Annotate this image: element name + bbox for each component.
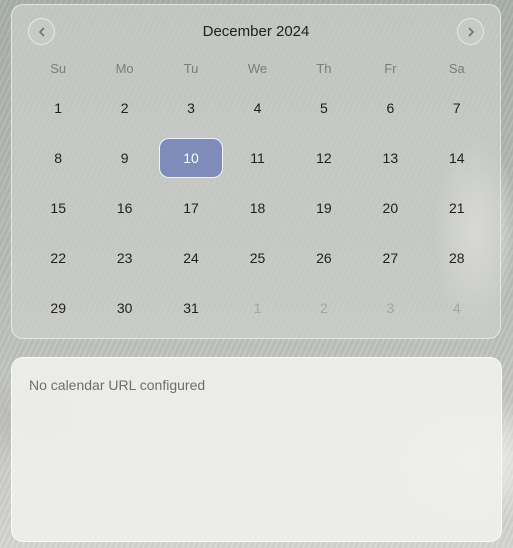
- day-cell[interactable]: 21: [424, 183, 490, 233]
- day-number: 12: [316, 150, 332, 166]
- day-cell[interactable]: 19: [291, 183, 357, 233]
- day-cell[interactable]: 6: [357, 83, 423, 133]
- day-number: 5: [320, 100, 328, 116]
- day-number: 24: [183, 250, 199, 266]
- day-cell[interactable]: 8: [25, 133, 91, 183]
- day-number: 2: [120, 100, 129, 116]
- weekday-header-row: Su Mo Tu We Th Fr Sa: [25, 61, 490, 76]
- day-cell[interactable]: 14: [424, 133, 490, 183]
- day-cell[interactable]: 12: [291, 133, 357, 183]
- day-number: 14: [448, 150, 465, 166]
- day-number: 4: [253, 100, 262, 116]
- weekday-label: Fr: [384, 61, 397, 76]
- day-number: 3: [187, 100, 195, 116]
- day-number: 17: [183, 200, 199, 216]
- day-number: 4: [452, 300, 461, 316]
- day-cell-next-month[interactable]: 4: [424, 283, 490, 333]
- chevron-right-icon: [468, 27, 474, 36]
- day-cell[interactable]: 28: [424, 233, 490, 283]
- day-number: 29: [50, 300, 66, 316]
- day-cell[interactable]: 15: [25, 183, 91, 233]
- day-number: 13: [382, 150, 399, 166]
- day-number: 15: [50, 200, 66, 216]
- day-cell[interactable]: 22: [25, 233, 91, 283]
- day-number: 11: [250, 150, 265, 166]
- day-number: 7: [452, 100, 461, 116]
- weekday-label: Mo: [115, 61, 134, 76]
- day-cell[interactable]: 11: [224, 133, 290, 183]
- calendar-header: December 2024: [12, 5, 500, 57]
- day-number: 22: [50, 250, 66, 266]
- day-cell[interactable]: 4: [224, 83, 290, 133]
- day-cell[interactable]: 24: [158, 233, 224, 283]
- calendar-panel: December 2024 Su Mo Tu We Th Fr Sa 1 2 3 4 5 6 7 8 9 10…: [11, 4, 501, 339]
- day-number: 1: [253, 300, 262, 316]
- day-cell[interactable]: 18: [224, 183, 290, 233]
- day-cell[interactable]: 16: [91, 183, 157, 233]
- day-number: 25: [249, 250, 266, 266]
- day-cell[interactable]: 3: [158, 83, 224, 133]
- day-cell[interactable]: 17: [158, 183, 224, 233]
- day-number: 6: [386, 100, 395, 116]
- day-number: 8: [54, 150, 63, 166]
- day-cell[interactable]: 20: [357, 183, 423, 233]
- day-cell-selected[interactable]: 10: [158, 133, 224, 183]
- weekday-label: We: [247, 61, 268, 76]
- day-cell[interactable]: 1: [25, 83, 91, 133]
- day-number: 30: [116, 300, 133, 316]
- day-number: 27: [382, 250, 399, 266]
- day-number: 1: [54, 100, 63, 116]
- day-cell-next-month[interactable]: 1: [224, 283, 290, 333]
- day-number: 28: [448, 250, 465, 266]
- day-number: 16: [116, 200, 133, 216]
- weekday-label: Su: [50, 61, 67, 76]
- day-number: 26: [316, 250, 332, 266]
- day-number: 2: [320, 300, 328, 316]
- day-cell[interactable]: 25: [224, 233, 290, 283]
- day-cell[interactable]: 31: [158, 283, 224, 333]
- day-number: 19: [316, 200, 332, 216]
- day-number: 23: [116, 250, 133, 266]
- empty-events-message: No calendar URL configured: [29, 377, 206, 393]
- weekday-label: Tu: [183, 61, 199, 76]
- day-grid: 1 2 3 4 5 6 7 8 9 10 11 12 13 14 15 16 17 18 19 20 21 22 23 24 2…: [25, 83, 490, 333]
- day-number: 31: [183, 300, 199, 316]
- day-cell-next-month[interactable]: 3: [357, 283, 423, 333]
- day-cell[interactable]: 23: [91, 233, 157, 283]
- events-panel: No calendar URL configured: [11, 357, 502, 542]
- day-cell[interactable]: 7: [424, 83, 490, 133]
- month-title: December 2024: [202, 23, 310, 40]
- day-number: 21: [448, 200, 465, 216]
- day-cell[interactable]: 27: [357, 233, 423, 283]
- day-cell[interactable]: 5: [291, 83, 357, 133]
- day-cell[interactable]: 30: [91, 283, 157, 333]
- day-number: 18: [249, 200, 266, 216]
- day-cell[interactable]: 9: [91, 133, 157, 183]
- day-cell[interactable]: 29: [25, 283, 91, 333]
- day-number: 9: [120, 150, 129, 166]
- day-number: 3: [386, 300, 395, 316]
- day-cell-next-month[interactable]: 2: [291, 283, 357, 333]
- weekday-label: Th: [316, 61, 332, 76]
- day-cell[interactable]: 26: [291, 233, 357, 283]
- day-cell[interactable]: 2: [91, 83, 157, 133]
- day-cell[interactable]: 13: [357, 133, 423, 183]
- day-number: 20: [382, 200, 399, 216]
- weekday-label: Sa: [448, 61, 465, 76]
- day-number: 10: [159, 138, 224, 178]
- next-month-button[interactable]: [457, 18, 484, 45]
